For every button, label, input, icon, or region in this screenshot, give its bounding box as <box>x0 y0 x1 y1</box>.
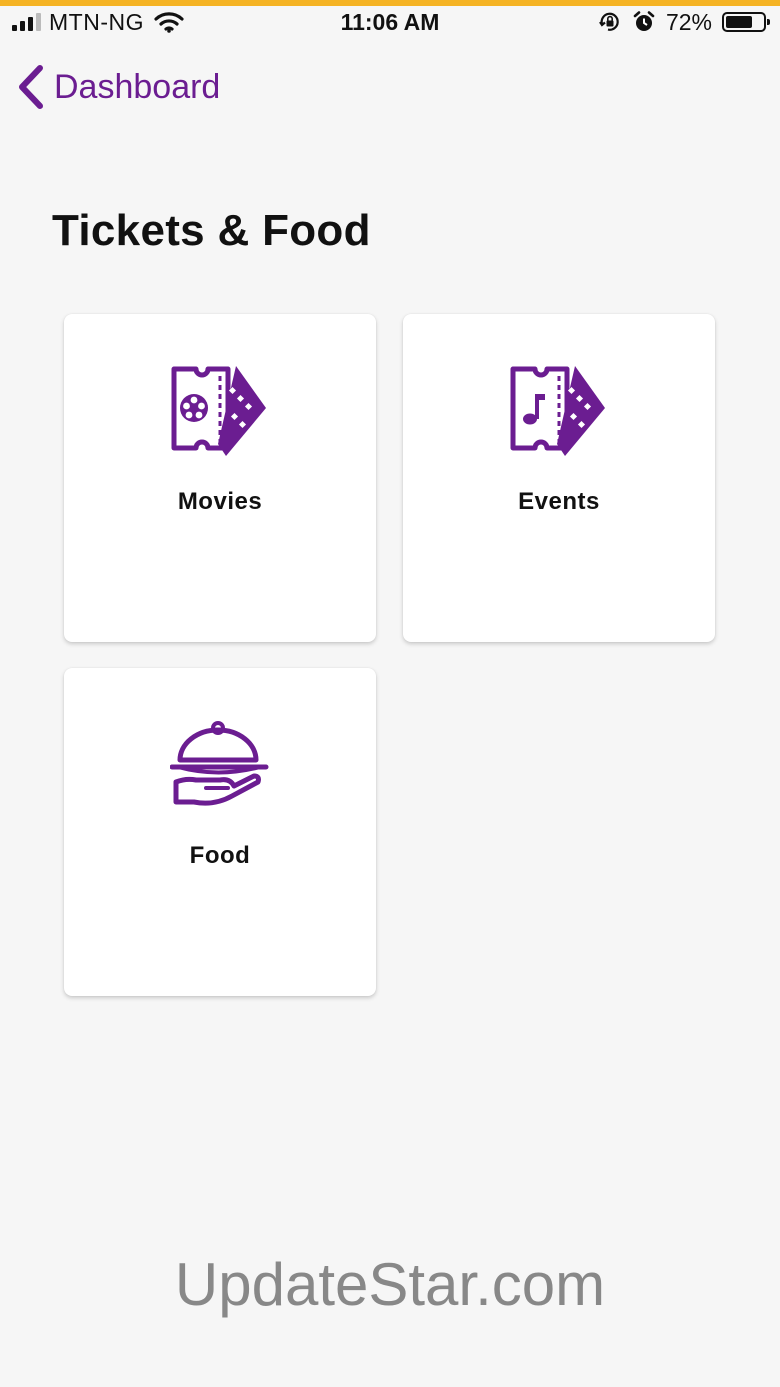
battery-icon <box>722 12 770 32</box>
orientation-lock-icon <box>599 12 619 31</box>
status-bar: MTN-NG 11:06 AM 72% <box>0 6 780 40</box>
battery-fill <box>726 16 752 28</box>
movies-card[interactable]: Movies <box>64 314 376 642</box>
movie-ticket-icon <box>171 366 266 456</box>
back-label: Dashboard <box>54 67 221 106</box>
events-card[interactable]: Events <box>403 314 715 642</box>
alarm-icon <box>633 11 655 31</box>
food-label: Food <box>189 842 251 869</box>
page-title: Tickets & Food <box>52 206 371 255</box>
events-label: Events <box>518 488 600 515</box>
status-right: 72% <box>598 8 770 36</box>
movies-label: Movies <box>177 488 263 515</box>
chevron-left-icon <box>19 65 43 109</box>
watermark-text: UpdateStar.com <box>174 1251 606 1318</box>
food-cloche-icon <box>170 721 269 806</box>
back-button[interactable]: Dashboard <box>16 64 220 110</box>
event-ticket-icon <box>510 366 605 456</box>
food-card[interactable]: Food <box>64 668 376 996</box>
battery-percent: 72% <box>665 8 712 35</box>
